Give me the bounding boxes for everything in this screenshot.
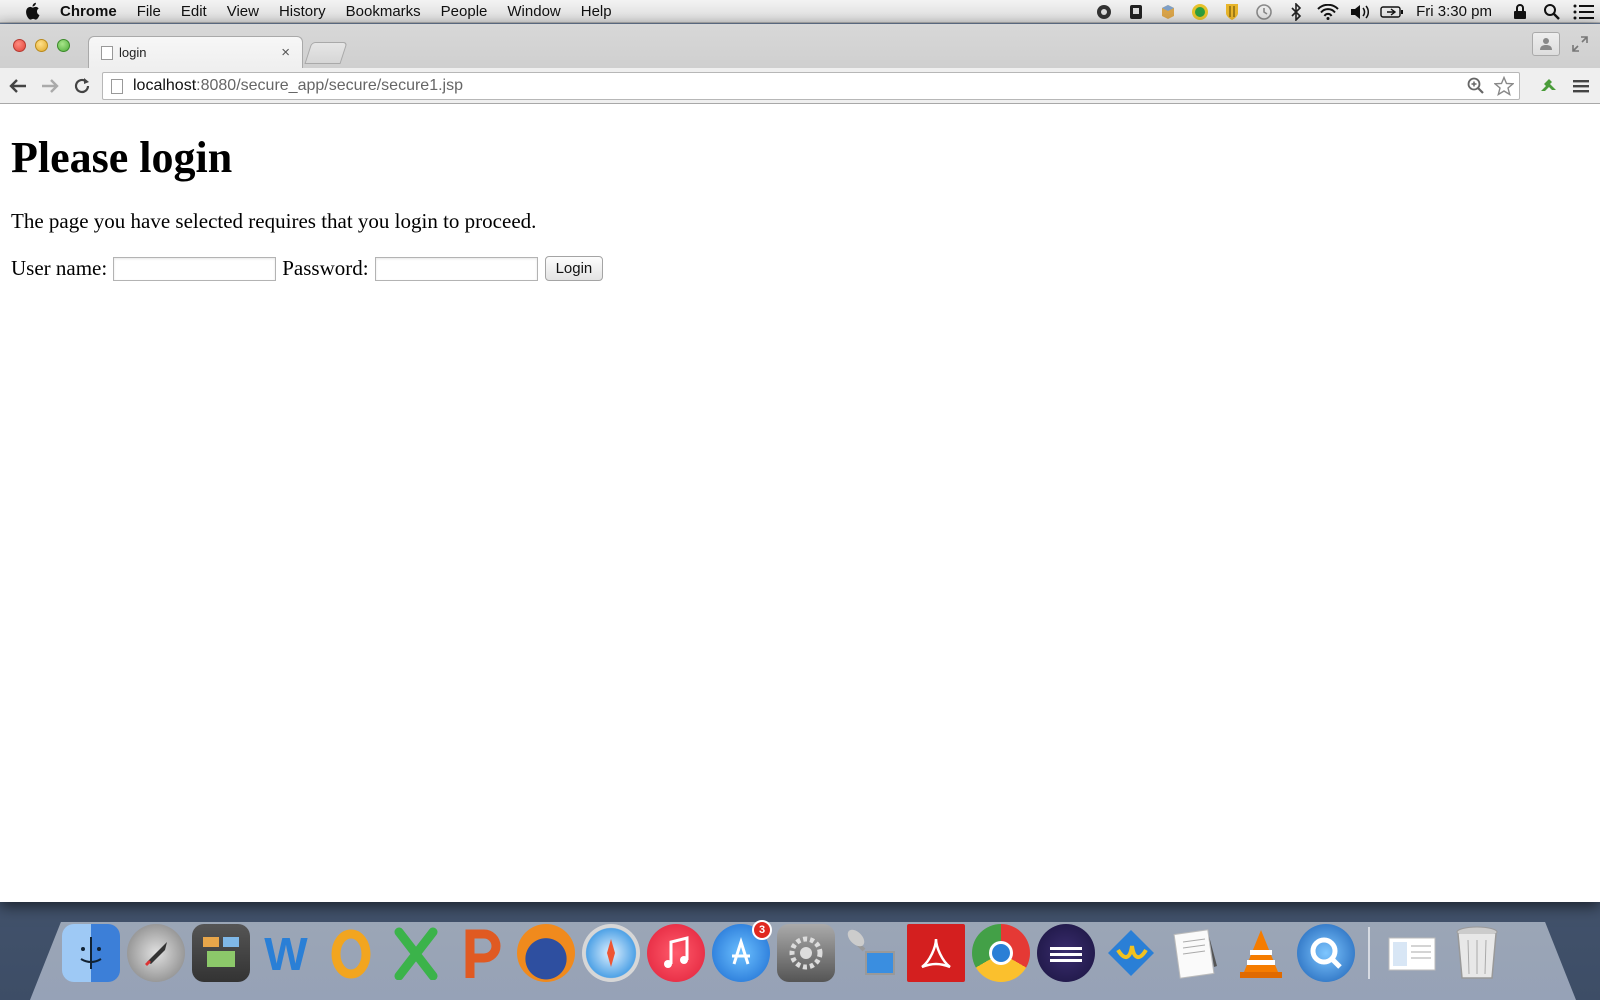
word-icon[interactable]: W	[257, 924, 315, 982]
time-machine-icon[interactable]	[1248, 0, 1280, 23]
menubar-clock[interactable]: Fri 3:30 pm	[1416, 3, 1492, 20]
launchpad-icon[interactable]	[127, 924, 185, 982]
vlc-icon[interactable]	[1232, 924, 1290, 982]
tab-login[interactable]: login ×	[88, 36, 303, 68]
zoom-window-button[interactable]	[57, 39, 70, 52]
spotlight-search-icon[interactable]	[1536, 0, 1568, 23]
username-input[interactable]	[113, 256, 277, 281]
menu-bookmarks[interactable]: Bookmarks	[346, 3, 421, 20]
app-store-icon[interactable]: 3	[712, 920, 772, 982]
login-button[interactable]: Login	[544, 256, 604, 281]
adobe-acrobat-icon[interactable]	[907, 924, 965, 982]
apple-menu-icon[interactable]	[22, 1, 42, 21]
system-preferences-icon[interactable]	[777, 924, 835, 982]
bluetooth-icon[interactable]	[1280, 0, 1312, 23]
close-window-button[interactable]	[13, 39, 26, 52]
minimize-window-button[interactable]	[35, 39, 48, 52]
growl-status-icon[interactable]	[1184, 0, 1216, 23]
username-label: User name:	[11, 256, 108, 280]
menu-edit[interactable]: Edit	[181, 3, 207, 20]
textedit-icon[interactable]	[1167, 924, 1225, 982]
tab-title: login	[119, 45, 147, 60]
menu-history[interactable]: History	[279, 3, 326, 20]
address-bar[interactable]: localhost:8080/secure_app/secure/secure1…	[102, 72, 1520, 100]
page-heading: Please login	[11, 133, 233, 182]
battery-icon[interactable]	[1376, 0, 1408, 23]
notification-center-icon[interactable]	[1568, 0, 1600, 23]
menu-bar: Chrome File Edit View History Bookmarks …	[0, 0, 1600, 23]
menu-file[interactable]: File	[137, 3, 161, 20]
browser-toolbar: localhost:8080/secure_app/secure/secure1…	[0, 68, 1600, 104]
password-input[interactable]	[374, 256, 538, 281]
safari-icon[interactable]	[582, 924, 640, 982]
cube-status-icon[interactable]	[1152, 0, 1184, 23]
reload-button[interactable]	[68, 72, 96, 100]
url-host: localhost	[133, 77, 197, 94]
menu-help[interactable]: Help	[581, 3, 612, 20]
back-button[interactable]	[4, 72, 32, 100]
app-status-icon[interactable]	[1088, 0, 1120, 23]
page-favicon-icon	[101, 45, 113, 60]
login-message: The page you have selected requires that…	[11, 209, 537, 233]
profile-button[interactable]	[1532, 32, 1560, 56]
chrome-menu-icon[interactable]	[1568, 73, 1594, 99]
svg-text:W: W	[264, 928, 308, 980]
page-icon	[111, 78, 123, 94]
tab-strip: login ×	[0, 24, 1600, 68]
window-controls	[13, 39, 70, 52]
app-menu-chrome[interactable]: Chrome	[60, 3, 117, 20]
downloads-stack-icon[interactable]	[1383, 924, 1441, 982]
login-form: User name: Password: Login	[11, 256, 1589, 281]
lock-status-icon[interactable]	[1120, 0, 1152, 23]
browser-window: login × localhost:8080/secure_app/secure…	[0, 24, 1600, 902]
password-label: Password:	[282, 256, 369, 280]
forward-button[interactable]	[36, 72, 64, 100]
url-path: :8080/secure_app/secure/secure1.jsp	[196, 77, 463, 94]
fullscreen-icon[interactable]	[1568, 32, 1592, 56]
firefox-icon[interactable]	[517, 924, 575, 982]
dock-separator	[1368, 927, 1370, 979]
google-chrome-icon[interactable]	[972, 924, 1030, 982]
outlook-icon[interactable]	[322, 924, 380, 982]
omnibox-actions	[1465, 75, 1515, 97]
user-lock-icon[interactable]	[1504, 0, 1536, 23]
status-area: Fri 3:30 pm	[1088, 0, 1600, 23]
excel-icon[interactable]	[387, 924, 445, 982]
menu-people[interactable]: People	[441, 3, 488, 20]
new-tab-button[interactable]	[304, 42, 348, 64]
menu-view[interactable]: View	[227, 3, 259, 20]
trash-icon[interactable]	[1448, 924, 1506, 982]
page-content: Please login The page you have selected …	[0, 104, 1600, 295]
zoom-icon[interactable]	[1465, 75, 1487, 97]
extension-icon[interactable]	[1536, 73, 1562, 99]
powerpoint-icon[interactable]	[452, 924, 510, 982]
app-store-badge: 3	[752, 920, 772, 940]
mission-control-icon[interactable]	[192, 924, 250, 982]
volume-icon[interactable]	[1344, 0, 1376, 23]
menu-window[interactable]: Window	[507, 3, 560, 20]
quicktime-icon[interactable]	[1297, 924, 1355, 982]
itunes-icon[interactable]	[647, 924, 705, 982]
wifi-icon[interactable]	[1312, 0, 1344, 23]
shield-status-icon[interactable]	[1216, 0, 1248, 23]
finder-icon[interactable]	[62, 924, 120, 982]
dock-items: W 3	[62, 918, 1506, 988]
tab-close-icon[interactable]: ×	[281, 44, 290, 61]
eclipse-icon[interactable]	[1037, 924, 1095, 982]
wireshark-icon[interactable]	[1102, 924, 1160, 982]
bookmark-star-icon[interactable]	[1493, 75, 1515, 97]
remote-desktop-icon[interactable]	[842, 924, 900, 982]
